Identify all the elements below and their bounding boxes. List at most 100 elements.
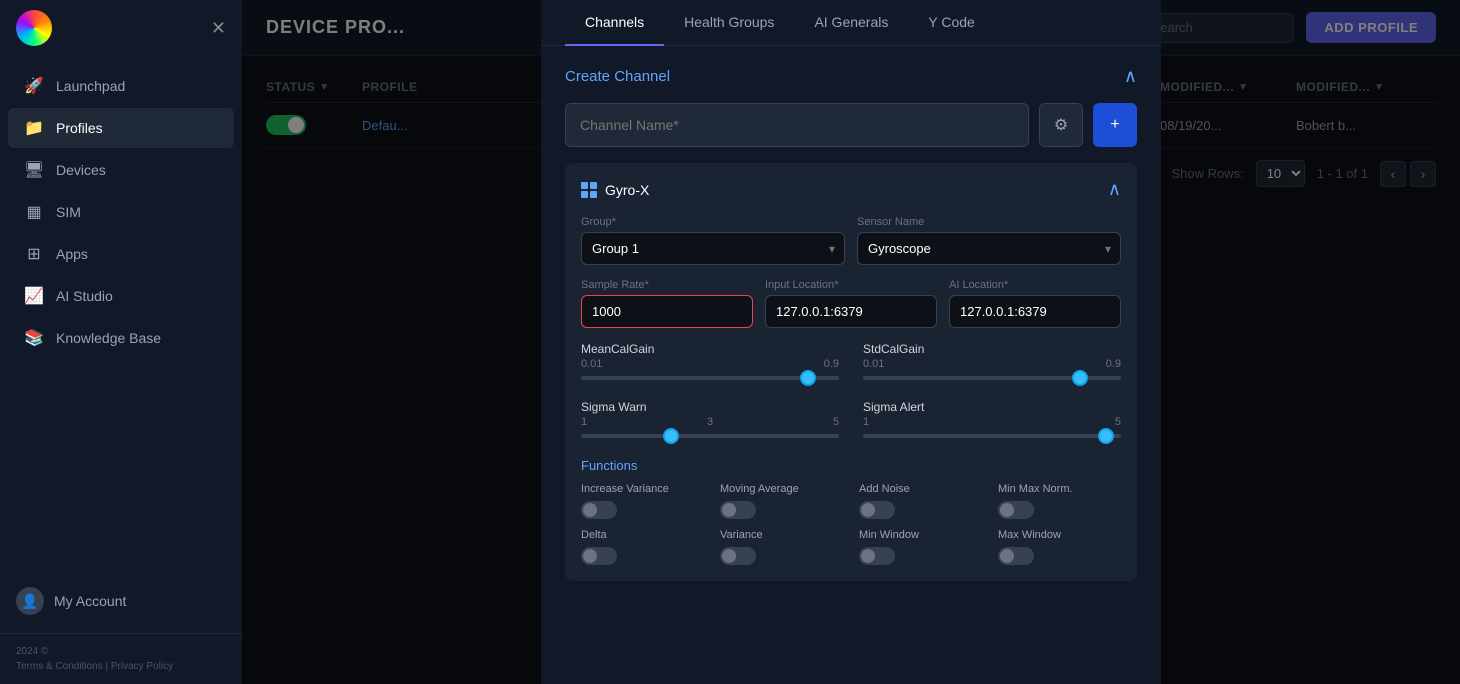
ai-location-form-group: AI Location*	[949, 279, 1121, 328]
channel-name-input[interactable]	[565, 103, 1029, 147]
devices-icon: 🖥	[24, 160, 44, 180]
functions-grid: Increase Variance Moving Average Add Noi…	[581, 483, 1121, 565]
functions-section: Functions Increase Variance Moving Avera…	[581, 458, 1121, 565]
channel-card-header: Gyro-X ∧	[581, 179, 1121, 200]
input-location-form-group: Input Location*	[765, 279, 937, 328]
std-cal-gain-thumb[interactable]	[1072, 370, 1088, 386]
max-window-label: Max Window	[998, 529, 1121, 541]
mean-cal-gain-track[interactable]	[581, 376, 839, 380]
ai-location-input[interactable]	[949, 295, 1121, 328]
group-sensor-row: Group* Group 1 Sensor Name G	[581, 216, 1121, 265]
sigma-sliders-row: Sigma Warn 1 3 5 Sigma Alert	[581, 400, 1121, 444]
increase-variance-toggle[interactable]	[581, 501, 617, 519]
sample-rate-form-group: Sample Rate*	[581, 279, 753, 328]
modal-overlay: Channels Health Groups AI Generals Y Cod…	[242, 0, 1460, 684]
mean-cal-gain-range: 0.01 0.9	[581, 358, 839, 370]
mean-cal-gain-slider-group: MeanCalGain 0.01 0.9	[581, 342, 839, 386]
mean-cal-gain-thumb[interactable]	[800, 370, 816, 386]
create-channel-section-header: Create Channel ∧	[565, 66, 1137, 87]
std-cal-gain-range: 0.01 0.9	[863, 358, 1121, 370]
my-account-label: My Account	[54, 593, 126, 609]
delta-toggle[interactable]	[581, 547, 617, 565]
profiles-icon: 📁	[24, 118, 44, 138]
sigma-alert-track[interactable]	[863, 434, 1121, 438]
sigma-warn-thumb[interactable]	[663, 428, 679, 444]
sigma-warn-label: Sigma Warn	[581, 400, 839, 414]
gear-settings-button[interactable]: ⚙	[1039, 103, 1083, 147]
sidebar-navigation: 🚀 Launchpad 📁 Profiles 🖥 Devices ▦ SIM ⊞…	[0, 56, 242, 577]
main-area: DEVICE PRO... 🔍 Search ADD PROFILE STATU…	[242, 0, 1460, 684]
collapse-channel-button[interactable]: ∧	[1108, 179, 1121, 200]
function-min-max-norm: Min Max Norm.	[998, 483, 1121, 519]
max-window-toggle[interactable]	[998, 547, 1034, 565]
moving-average-toggle[interactable]	[720, 501, 756, 519]
modal-content: Create Channel ∧ ⚙ +	[541, 46, 1161, 684]
sidebar-logo-area: ✕	[0, 0, 242, 56]
channel-name-label: Gyro-X	[605, 182, 649, 198]
grid-icon	[581, 182, 597, 198]
sidebar-item-ai-studio[interactable]: 📈 AI Studio	[8, 276, 234, 316]
sample-rate-input[interactable]	[581, 295, 753, 328]
sensor-select[interactable]: Gyroscope	[857, 232, 1121, 265]
ai-location-label: AI Location*	[949, 279, 1121, 291]
sidebar-item-devices[interactable]: 🖥 Devices	[8, 150, 234, 190]
add-noise-toggle[interactable]	[859, 501, 895, 519]
function-increase-variance: Increase Variance	[581, 483, 704, 519]
sidebar-item-launchpad[interactable]: 🚀 Launchpad	[8, 66, 234, 106]
sidebar-footer: 2024 © Terms & Conditions | Privacy Poli…	[0, 633, 242, 684]
std-cal-gain-track[interactable]	[863, 376, 1121, 380]
channel-card-title-area: Gyro-X	[581, 182, 649, 198]
apps-icon: ⊞	[24, 244, 44, 264]
function-moving-average: Moving Average	[720, 483, 843, 519]
moving-average-label: Moving Average	[720, 483, 843, 495]
ai-studio-icon: 📈	[24, 286, 44, 306]
add-channel-button[interactable]: +	[1093, 103, 1137, 147]
sidebar-item-sim[interactable]: ▦ SIM	[8, 192, 234, 232]
add-noise-label: Add Noise	[859, 483, 982, 495]
sidebar-item-label: Devices	[56, 162, 106, 178]
tab-channels[interactable]: Channels	[565, 0, 664, 46]
tab-ai-generals[interactable]: AI Generals	[794, 0, 908, 46]
sensor-select-wrapper: Gyroscope	[857, 232, 1121, 265]
channel-card: Gyro-X ∧ Group* Group 1	[565, 163, 1137, 581]
sigma-alert-thumb[interactable]	[1098, 428, 1114, 444]
sample-rate-label: Sample Rate*	[581, 279, 753, 291]
sidebar-item-knowledge-base[interactable]: 📚 Knowledge Base	[8, 318, 234, 358]
version-text: 2024 ©	[16, 646, 226, 657]
group-select[interactable]: Group 1	[581, 232, 845, 265]
sidebar-item-profiles[interactable]: 📁 Profiles	[8, 108, 234, 148]
min-max-norm-toggle[interactable]	[998, 501, 1034, 519]
close-sidebar-button[interactable]: ✕	[211, 18, 226, 39]
sigma-alert-slider-group: Sigma Alert 1 5	[863, 400, 1121, 444]
collapse-create-channel-button[interactable]: ∧	[1124, 66, 1137, 87]
min-window-toggle[interactable]	[859, 547, 895, 565]
sigma-alert-range: 1 5	[863, 416, 1121, 428]
avatar: 👤	[16, 587, 44, 615]
modal-tabs: Channels Health Groups AI Generals Y Cod…	[541, 0, 1161, 46]
sidebar: ✕ 🚀 Launchpad 📁 Profiles 🖥 Devices ▦ SIM…	[0, 0, 242, 684]
sidebar-item-label: Knowledge Base	[56, 330, 161, 346]
tab-y-code[interactable]: Y Code	[908, 0, 994, 46]
delta-label: Delta	[581, 529, 704, 541]
sigma-warn-range: 1 3 5	[581, 416, 839, 428]
app-logo[interactable]	[16, 10, 52, 46]
sidebar-item-label: AI Studio	[56, 288, 113, 304]
group-form-group: Group* Group 1	[581, 216, 845, 265]
variance-label: Variance	[720, 529, 843, 541]
my-account-item[interactable]: 👤 My Account	[0, 577, 242, 625]
std-cal-gain-label: StdCalGain	[863, 342, 1121, 356]
sigma-warn-track[interactable]	[581, 434, 839, 438]
launchpad-icon: 🚀	[24, 76, 44, 96]
gear-icon: ⚙	[1054, 115, 1068, 135]
input-location-input[interactable]	[765, 295, 937, 328]
input-location-label: Input Location*	[765, 279, 937, 291]
tab-health-groups[interactable]: Health Groups	[664, 0, 794, 46]
variance-toggle[interactable]	[720, 547, 756, 565]
functions-title: Functions	[581, 458, 1121, 473]
function-variance: Variance	[720, 529, 843, 565]
function-delta: Delta	[581, 529, 704, 565]
sim-icon: ▦	[24, 202, 44, 222]
sidebar-item-apps[interactable]: ⊞ Apps	[8, 234, 234, 274]
sidebar-item-label: Launchpad	[56, 78, 125, 94]
min-window-label: Min Window	[859, 529, 982, 541]
